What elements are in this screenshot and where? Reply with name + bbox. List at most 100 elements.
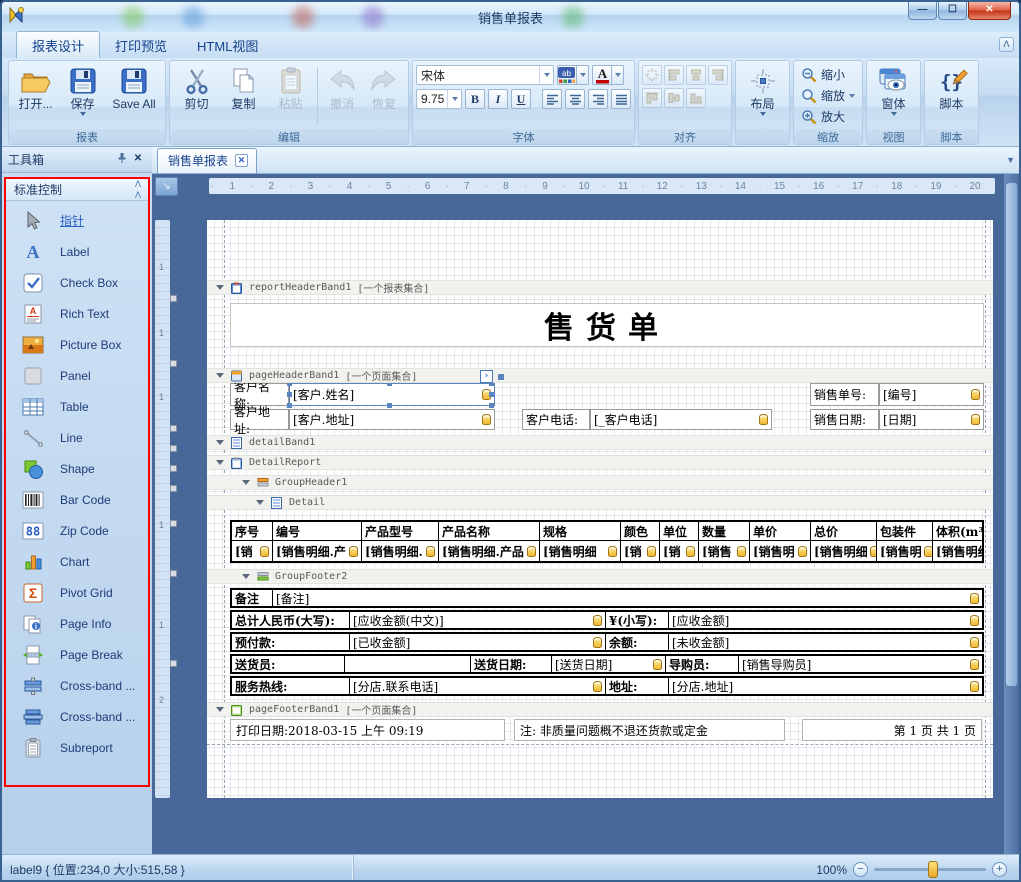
toolbox-item-pageinfo[interactable]: iPage Info [6, 608, 148, 639]
align-tops-button[interactable] [642, 88, 662, 108]
band-group-footer[interactable]: GroupFooter2 [207, 569, 993, 584]
detail-header-cell[interactable]: 数量 [699, 522, 749, 540]
smart-tag-button[interactable]: › [480, 370, 493, 383]
collapse-triangle-icon[interactable] [242, 574, 250, 579]
underline-button[interactable]: U [511, 89, 531, 109]
band-resize-handle[interactable] [170, 295, 177, 302]
detail-data-cell[interactable]: [销售明细 [540, 541, 620, 561]
detail-header-cell[interactable]: 单价 [750, 522, 810, 540]
font-size-combo[interactable]: 9.75 [416, 89, 462, 109]
toolbox-item-picturebox[interactable]: Picture Box [6, 329, 148, 360]
customer-phone-field[interactable]: [_客户电话] [590, 409, 772, 430]
highlight-ab-icon[interactable]: ab [557, 65, 577, 85]
minimize-button[interactable]: — [908, 2, 937, 20]
font-color-a-icon[interactable]: A [592, 65, 612, 85]
font-color-button[interactable]: A [592, 65, 624, 85]
align-lefts-button[interactable] [664, 65, 684, 85]
collapse-triangle-icon[interactable] [216, 373, 224, 378]
ribbon-collapse-icon[interactable]: ᐱ [999, 37, 1014, 52]
scrollbar-thumb[interactable] [1005, 182, 1018, 687]
zoom-slider[interactable] [874, 868, 986, 871]
detail-data-cell[interactable]: [销售明细. [362, 541, 438, 561]
footer-label-cell[interactable]: 预付款: [232, 634, 349, 650]
detail-header-cell[interactable]: 包装件 [877, 522, 932, 540]
view-dropdown-icon[interactable] [891, 112, 897, 116]
chevron-down-icon[interactable]: ▼ [1006, 155, 1015, 165]
highlight-color-button[interactable]: ab [557, 65, 589, 85]
undo-button[interactable]: 撤消 [321, 63, 363, 129]
italic-button[interactable]: I [488, 89, 508, 109]
toolbox-item-pagebreak[interactable]: Page Break [6, 639, 148, 670]
footer-field-cell[interactable]: [销售导购员] [739, 656, 982, 672]
redo-button[interactable]: 恢复 [363, 63, 405, 129]
footer-note-label[interactable]: 注: 非质量问题概不退还货款或定金 [514, 719, 785, 741]
align-rights-button[interactable] [708, 65, 728, 85]
size-to-grid-button[interactable] [642, 65, 662, 85]
sale-number-field[interactable]: [编号] [879, 383, 984, 406]
detail-data-cell[interactable]: [销售明细 [811, 541, 876, 561]
vertical-ruler[interactable]: 111112 [155, 220, 170, 798]
band-detail1[interactable]: detailBand1 [207, 435, 993, 450]
chevron-down-icon[interactable] [612, 65, 624, 85]
detail-data-cell[interactable]: [销售明细.产 [273, 541, 361, 561]
detail-data-cell[interactable]: [销售明细 [933, 541, 982, 561]
window-view-button[interactable]: 窗体 [870, 63, 917, 129]
detail-data-cell[interactable]: [销售明 [877, 541, 932, 561]
band-resize-handle[interactable] [170, 485, 177, 492]
save-button[interactable]: 保存 [59, 63, 106, 129]
document-tab[interactable]: 销售单报表 ✕ [157, 148, 257, 173]
align-center-button[interactable] [565, 89, 585, 109]
band-detail[interactable]: Detail [207, 495, 993, 510]
band-page-header[interactable]: pageHeaderBand1 [一个页面集合] › [207, 368, 993, 383]
toolbox-item-panel[interactable]: Panel [6, 360, 148, 391]
layout-dropdown-icon[interactable] [760, 112, 766, 116]
toolbox-item-pointer[interactable]: 指针 [6, 205, 148, 236]
footer-label-cell[interactable]: 地址: [606, 678, 668, 694]
toolbox-item-label[interactable]: ALabel [6, 236, 148, 267]
zoom-out-button[interactable]: − [853, 862, 868, 877]
zoom-out-button[interactable]: 缩小 [797, 65, 859, 84]
detail-data-cell[interactable]: [销 [621, 541, 659, 561]
bold-button[interactable]: B [465, 89, 485, 109]
footer-field-cell[interactable] [345, 656, 470, 672]
toolbox-item-checkbox[interactable]: Check Box [6, 267, 148, 298]
tab-html-view[interactable]: HTML视图 [182, 32, 273, 58]
align-centers-button[interactable] [686, 65, 706, 85]
footer-field-cell[interactable]: [应收金额] [669, 612, 982, 628]
detail-data-cell[interactable]: [销售明细.产品 [439, 541, 539, 561]
band-resize-handle[interactable] [170, 465, 177, 472]
toolbox-item-barcode[interactable]: Bar Code [6, 484, 148, 515]
save-dropdown-icon[interactable] [80, 112, 86, 116]
vertical-scrollbar[interactable] [1004, 174, 1019, 854]
open-button[interactable]: 打开... [12, 63, 59, 129]
band-page-footer[interactable]: pageFooterBand1 [一个页面集合] [207, 702, 993, 717]
toolbox-item-line[interactable]: Line [6, 422, 148, 453]
footer-label-cell[interactable]: 送货日期: [471, 656, 551, 672]
horizontal-ruler[interactable]: ·1·2·3·4·5·6·7·8·9·10·11·12·13·14·15·16·… [209, 178, 995, 194]
close-document-icon[interactable]: ✕ [235, 154, 248, 167]
toolbox-item-zipcode[interactable]: 88Zip Code [6, 515, 148, 546]
customer-address-field[interactable]: [客户.地址] [289, 409, 495, 430]
collapse-triangle-icon[interactable] [216, 460, 224, 465]
footer-field-cell[interactable]: [分店.联系电话] [350, 678, 605, 694]
collapse-triangle-icon[interactable] [242, 480, 250, 485]
toolbox-section-header[interactable]: 标准控制 ᐱᐱ [6, 179, 148, 201]
collapse-chevron-icon[interactable]: ᐱᐱ [135, 179, 140, 201]
footer-field-cell[interactable]: [未收金额] [669, 634, 982, 650]
cut-button[interactable]: 剪切 [173, 63, 220, 129]
paste-button[interactable]: 粘贴 [267, 63, 314, 129]
zoom-in-button[interactable]: + [992, 862, 1007, 877]
report-title-label[interactable]: 售货单 [230, 303, 984, 347]
chevron-down-icon[interactable] [577, 65, 589, 85]
detail-header-cell[interactable]: 单位 [660, 522, 698, 540]
band-detail-report[interactable]: DetailReport [207, 455, 993, 470]
toolbox-item-chart[interactable]: Chart [6, 546, 148, 577]
detail-header-cell[interactable]: 颜色 [621, 522, 659, 540]
band-resize-handle[interactable] [170, 360, 177, 367]
detail-header-cell[interactable]: 产品型号 [362, 522, 438, 540]
align-justify-button[interactable] [611, 89, 631, 109]
footer-label-cell[interactable]: 总计人民币(大写): [232, 612, 349, 628]
detail-header-cell[interactable]: 编号 [273, 522, 361, 540]
close-button[interactable]: ✕ [968, 2, 1011, 20]
toolbox-item-crossband2[interactable]: Cross-band ... [6, 701, 148, 732]
